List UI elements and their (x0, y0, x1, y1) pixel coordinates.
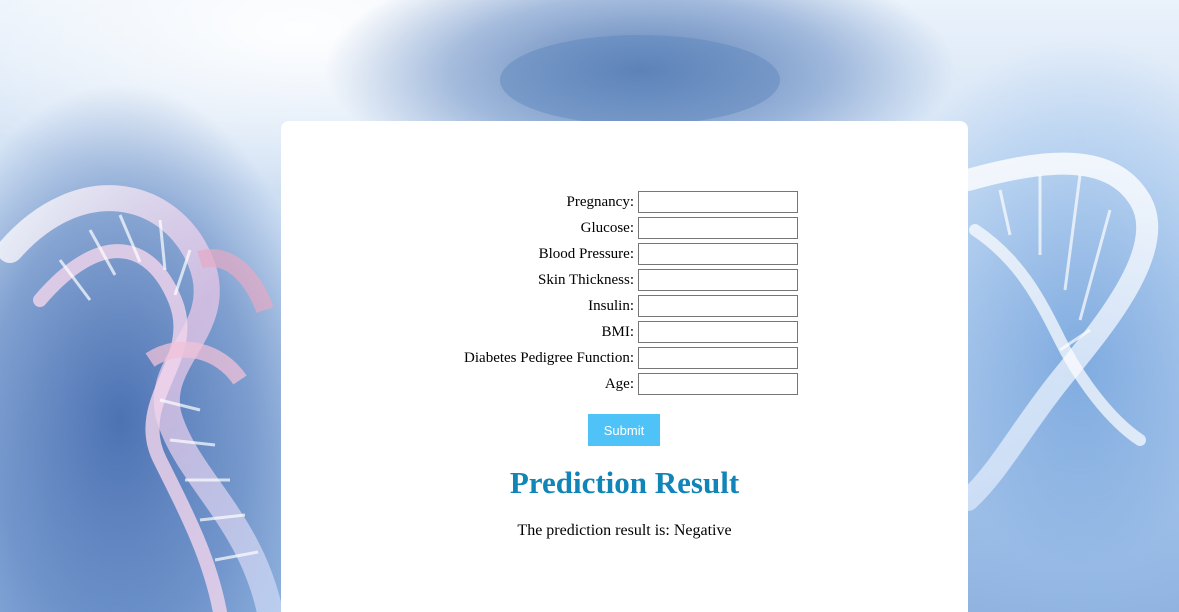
prediction-result-heading: Prediction Result (509, 465, 740, 500)
glucose-label: Glucose: (580, 220, 634, 236)
bmi-input[interactable] (638, 321, 798, 343)
field-row-blood-pressure: Blood Pressure: (281, 243, 968, 265)
skin-thickness-label: Skin Thickness: (538, 272, 634, 288)
age-label: Age: (604, 376, 634, 392)
age-input[interactable] (638, 373, 798, 395)
diabetes-pedigree-input[interactable] (638, 347, 798, 369)
field-row-skin-thickness: Skin Thickness: (281, 269, 968, 291)
field-row-glucose: Glucose: (281, 217, 968, 239)
field-row-insulin: Insulin: (281, 295, 968, 317)
insulin-input[interactable] (638, 295, 798, 317)
field-row-diabetes-pedigree: Diabetes Pedigree Function: (281, 347, 968, 369)
skin-thickness-input[interactable] (638, 269, 798, 291)
submit-button[interactable]: Submit (588, 414, 660, 446)
insulin-label: Insulin: (588, 298, 634, 314)
glucose-input[interactable] (638, 217, 798, 239)
diabetes-pedigree-label: Diabetes Pedigree Function: (464, 350, 634, 366)
pregnancy-input[interactable] (638, 191, 798, 213)
blood-pressure-input[interactable] (638, 243, 798, 265)
field-row-age: Age: (281, 373, 968, 395)
pregnancy-label: Pregnancy: (566, 194, 634, 210)
blood-pressure-label: Blood Pressure: (538, 246, 634, 262)
prediction-result-text: The prediction result is: Negative (517, 522, 732, 539)
field-row-bmi: BMI: (281, 321, 968, 343)
form-card: Pregnancy: Glucose: Blood Pressure: Skin… (281, 121, 968, 612)
field-row-pregnancy: Pregnancy: (281, 191, 968, 213)
bmi-label: BMI: (601, 324, 634, 340)
